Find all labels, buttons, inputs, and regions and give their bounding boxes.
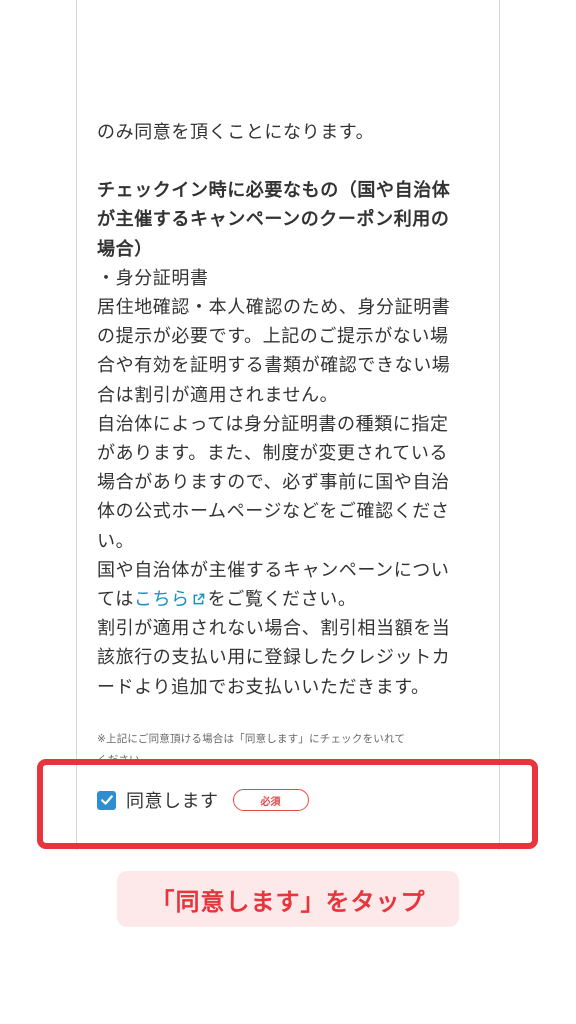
terms-body-line: 合や有効を証明する書類が確認できない場 bbox=[97, 355, 451, 377]
terms-closing-line: 該旅行の支払い用に登録したクレジットカ bbox=[97, 647, 451, 669]
terms-closing-line: 割引が適用されない場合、割引相当額を当 bbox=[97, 618, 451, 640]
terms-heading-line-2: が主催するキャンペーンのクーポン利用の bbox=[97, 209, 450, 231]
terms-body-line: 場合がありますので、必ず事前に国や自治 bbox=[97, 472, 450, 494]
terms-link-line: てはこちら をご覧ください。 bbox=[97, 585, 483, 614]
terms-body-line: 居住地確認・本人確認のため、身分証明書 bbox=[97, 297, 451, 319]
terms-closing-line: ードより追加でお支払いいただきます。 bbox=[97, 676, 430, 698]
campaign-link[interactable]: こちら bbox=[134, 589, 208, 610]
campaign-link-text: こちら bbox=[133, 589, 190, 611]
terms-body-line: 自治体によっては身分証明書の種類に指定 bbox=[97, 413, 449, 435]
terms-item-label: ・身分証明書 bbox=[97, 267, 209, 289]
terms-body-line: があります。また、制度が変更されている bbox=[97, 443, 449, 465]
terms-body-line: い。 bbox=[97, 530, 135, 552]
terms-content: のみ同意を頂くことになります。 チェックイン時に必要なもの（国や自治体 が主催す… bbox=[97, 118, 483, 768]
terms-prev-line: のみ同意を頂くことになります。 bbox=[97, 122, 375, 143]
highlight-frame bbox=[37, 759, 538, 849]
external-link-icon bbox=[193, 593, 205, 605]
terms-heading-line-3: 場合） bbox=[97, 238, 153, 260]
terms-body-line: 国や自治体が主催するキャンペーンについ bbox=[97, 559, 450, 581]
terms-body-line: 体の公式ホームページなどをご確認くださ bbox=[97, 501, 450, 523]
link-prefix: ては bbox=[97, 589, 134, 611]
terms-body-line: の提示が必要です。上記のご提示がない場 bbox=[97, 326, 449, 348]
terms-heading-line-1: チェックイン時に必要なもの（国や自治体 bbox=[97, 180, 451, 202]
link-suffix: をご覧ください。 bbox=[207, 589, 357, 611]
instruction-caption: 「同意します」をタップ bbox=[117, 871, 459, 927]
consent-note-line-1: ※上記にご同意頂ける場合は「同意します」にチェックをいれて bbox=[97, 733, 406, 745]
terms-body-line: 合は割引が適用されません。 bbox=[97, 384, 339, 406]
instruction-caption-text: 「同意します」をタップ bbox=[150, 887, 426, 916]
